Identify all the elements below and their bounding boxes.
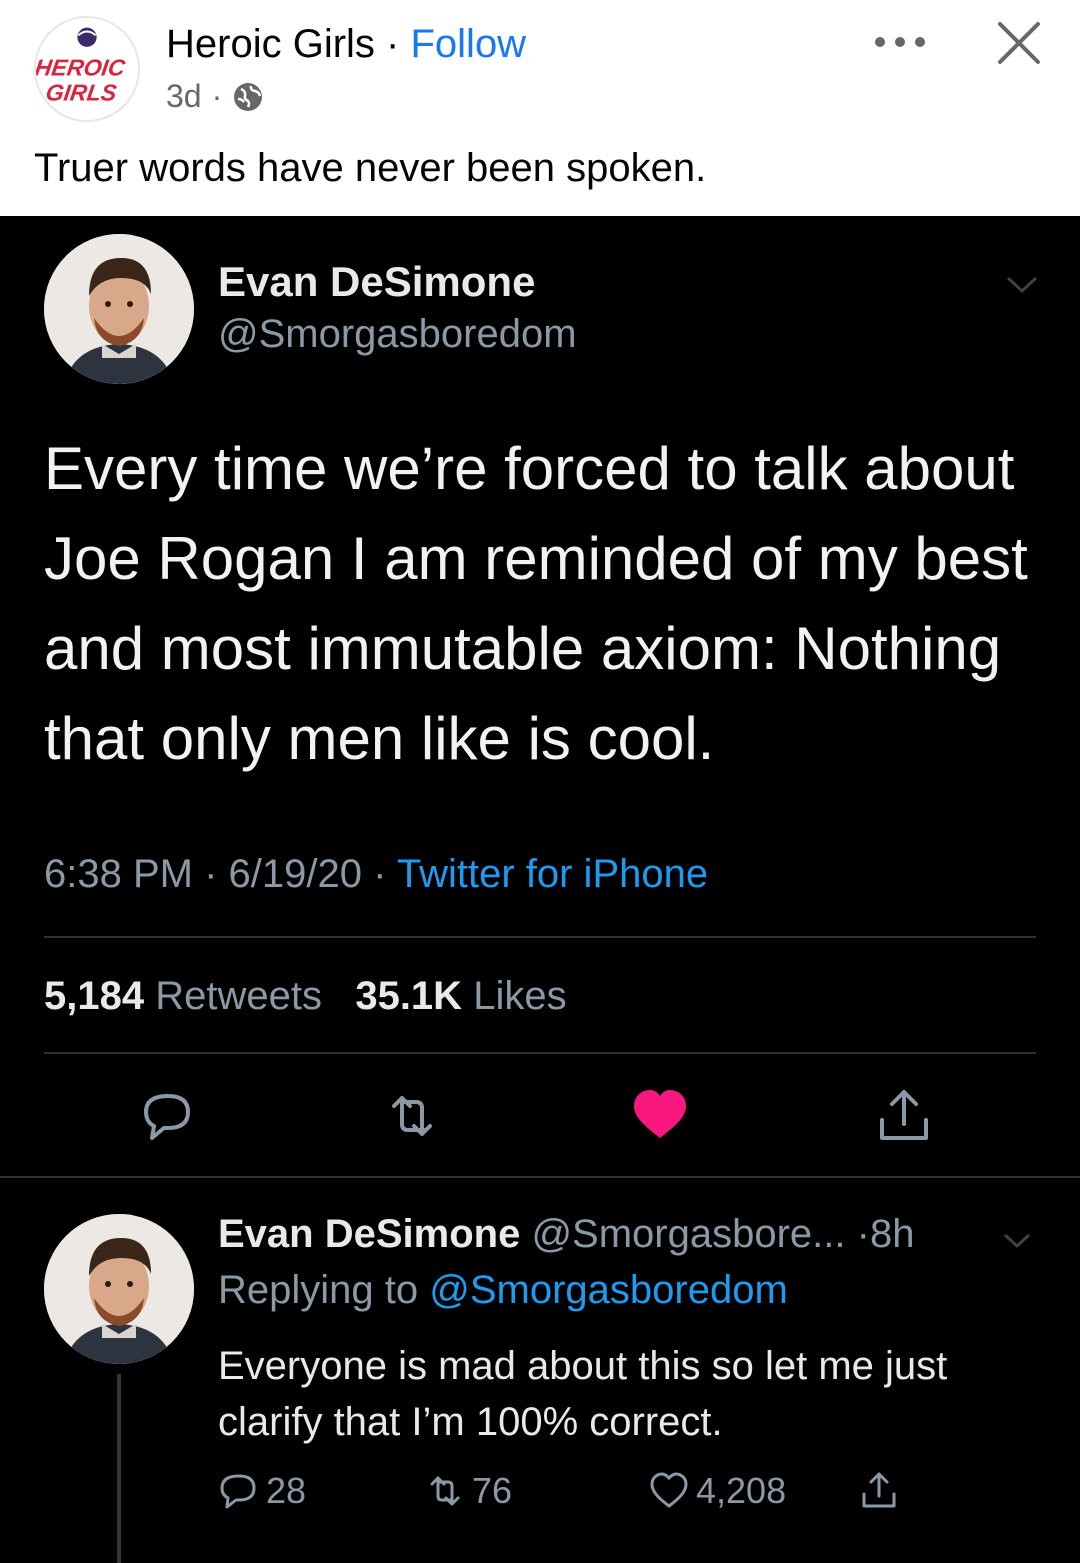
tweet-author-handle: @Smorgasboredom (218, 312, 577, 356)
tweet-time: 6:38 PM (44, 852, 193, 896)
page-name-link[interactable]: Heroic Girls (166, 22, 375, 66)
meta-separator: · (211, 78, 223, 114)
chevron-down-icon (1006, 276, 1038, 294)
heart-icon (650, 1472, 688, 1508)
like-count: 4,208 (696, 1470, 787, 1511)
meta-separator: · (373, 852, 387, 896)
tweet-timestamp-line: 6:38 PM · 6/19/20 · Twitter for iPhone (44, 852, 708, 897)
thread-line (117, 1374, 121, 1563)
divider (0, 1176, 1080, 1178)
reply-count-group: 28 (218, 1470, 306, 1512)
post-caption: Truer words have never been spoken. (34, 146, 707, 190)
tweet-date: 6/19/20 (228, 852, 363, 896)
meta-separator: · (204, 852, 218, 896)
heart-liked-icon (634, 1090, 686, 1138)
share-group (858, 1470, 900, 1512)
reply-author-avatar (44, 1214, 194, 1364)
post-time[interactable]: 3d (166, 78, 202, 115)
tweet-text: Every time we’re forced to talk about Jo… (44, 435, 1028, 772)
reply-text: Everyone is mad about this so let me jus… (218, 1344, 948, 1444)
facebook-post-header: HEROIC GIRLS Heroic Girls · Follow 3d · … (0, 0, 1080, 216)
reply-action-bar: 28 76 4,208 (218, 1470, 1048, 1520)
reply-count: 28 (266, 1470, 307, 1511)
reply-time: 8h (869, 1212, 915, 1256)
like-count-group: 4,208 (648, 1470, 786, 1512)
tweet-author-avatar (44, 234, 194, 384)
chevron-down-icon (1003, 1233, 1031, 1249)
divider (44, 936, 1036, 938)
close-icon[interactable] (994, 18, 1044, 68)
share-icon (880, 1090, 928, 1140)
tweet-screenshot-image[interactable]: Evan DeSimone @Smorgasboredom Every time… (0, 216, 1080, 1563)
likes-label: Likes (473, 974, 567, 1018)
reply-icon (220, 1474, 256, 1509)
replying-to-label: Replying to (218, 1268, 419, 1312)
tweet-action-bar (0, 1084, 1080, 1154)
retweet-count-group: 76 (424, 1470, 512, 1512)
heroic-girls-logo-icon: HEROIC GIRLS (36, 18, 138, 120)
likes-count: 35.1K (355, 974, 463, 1018)
post-meta: 3d · (166, 78, 264, 115)
tweet-author-name: Evan DeSimone (218, 258, 536, 305)
tweet-source: Twitter for iPhone (396, 852, 709, 896)
reply-header: Evan DeSimone @Smorgasbore... ·8h (218, 1212, 914, 1257)
follow-button[interactable]: Follow (410, 22, 526, 66)
retweet-count: 76 (472, 1470, 513, 1511)
page-avatar-logo[interactable]: HEROIC GIRLS (34, 16, 140, 122)
page-title-line: Heroic Girls · Follow (166, 22, 526, 67)
separator-dot: · (386, 22, 400, 66)
retweet-icon (430, 1476, 460, 1506)
reply-icon (144, 1094, 190, 1140)
tweet-stats: 5,184 Retweets 35.1K Likes (44, 974, 567, 1019)
svg-text:HEROIC: HEROIC (36, 55, 128, 81)
share-icon (862, 1472, 896, 1508)
retweet-icon (392, 1096, 432, 1136)
replying-to-line: Replying to @Smorgasboredom (218, 1268, 788, 1313)
svg-text:GIRLS: GIRLS (44, 80, 119, 106)
reply-author-handle: @Smorgasbore... (531, 1212, 846, 1256)
globe-public-icon (234, 82, 263, 111)
more-options-icon[interactable] (872, 22, 928, 62)
replying-to-handle: @Smorgasboredom (429, 1268, 788, 1312)
divider (44, 1052, 1036, 1054)
retweets-label: Retweets (155, 974, 322, 1018)
time-separator: · (856, 1212, 870, 1256)
retweets-count: 5,184 (44, 974, 145, 1018)
reply-author-name: Evan DeSimone (218, 1212, 521, 1256)
